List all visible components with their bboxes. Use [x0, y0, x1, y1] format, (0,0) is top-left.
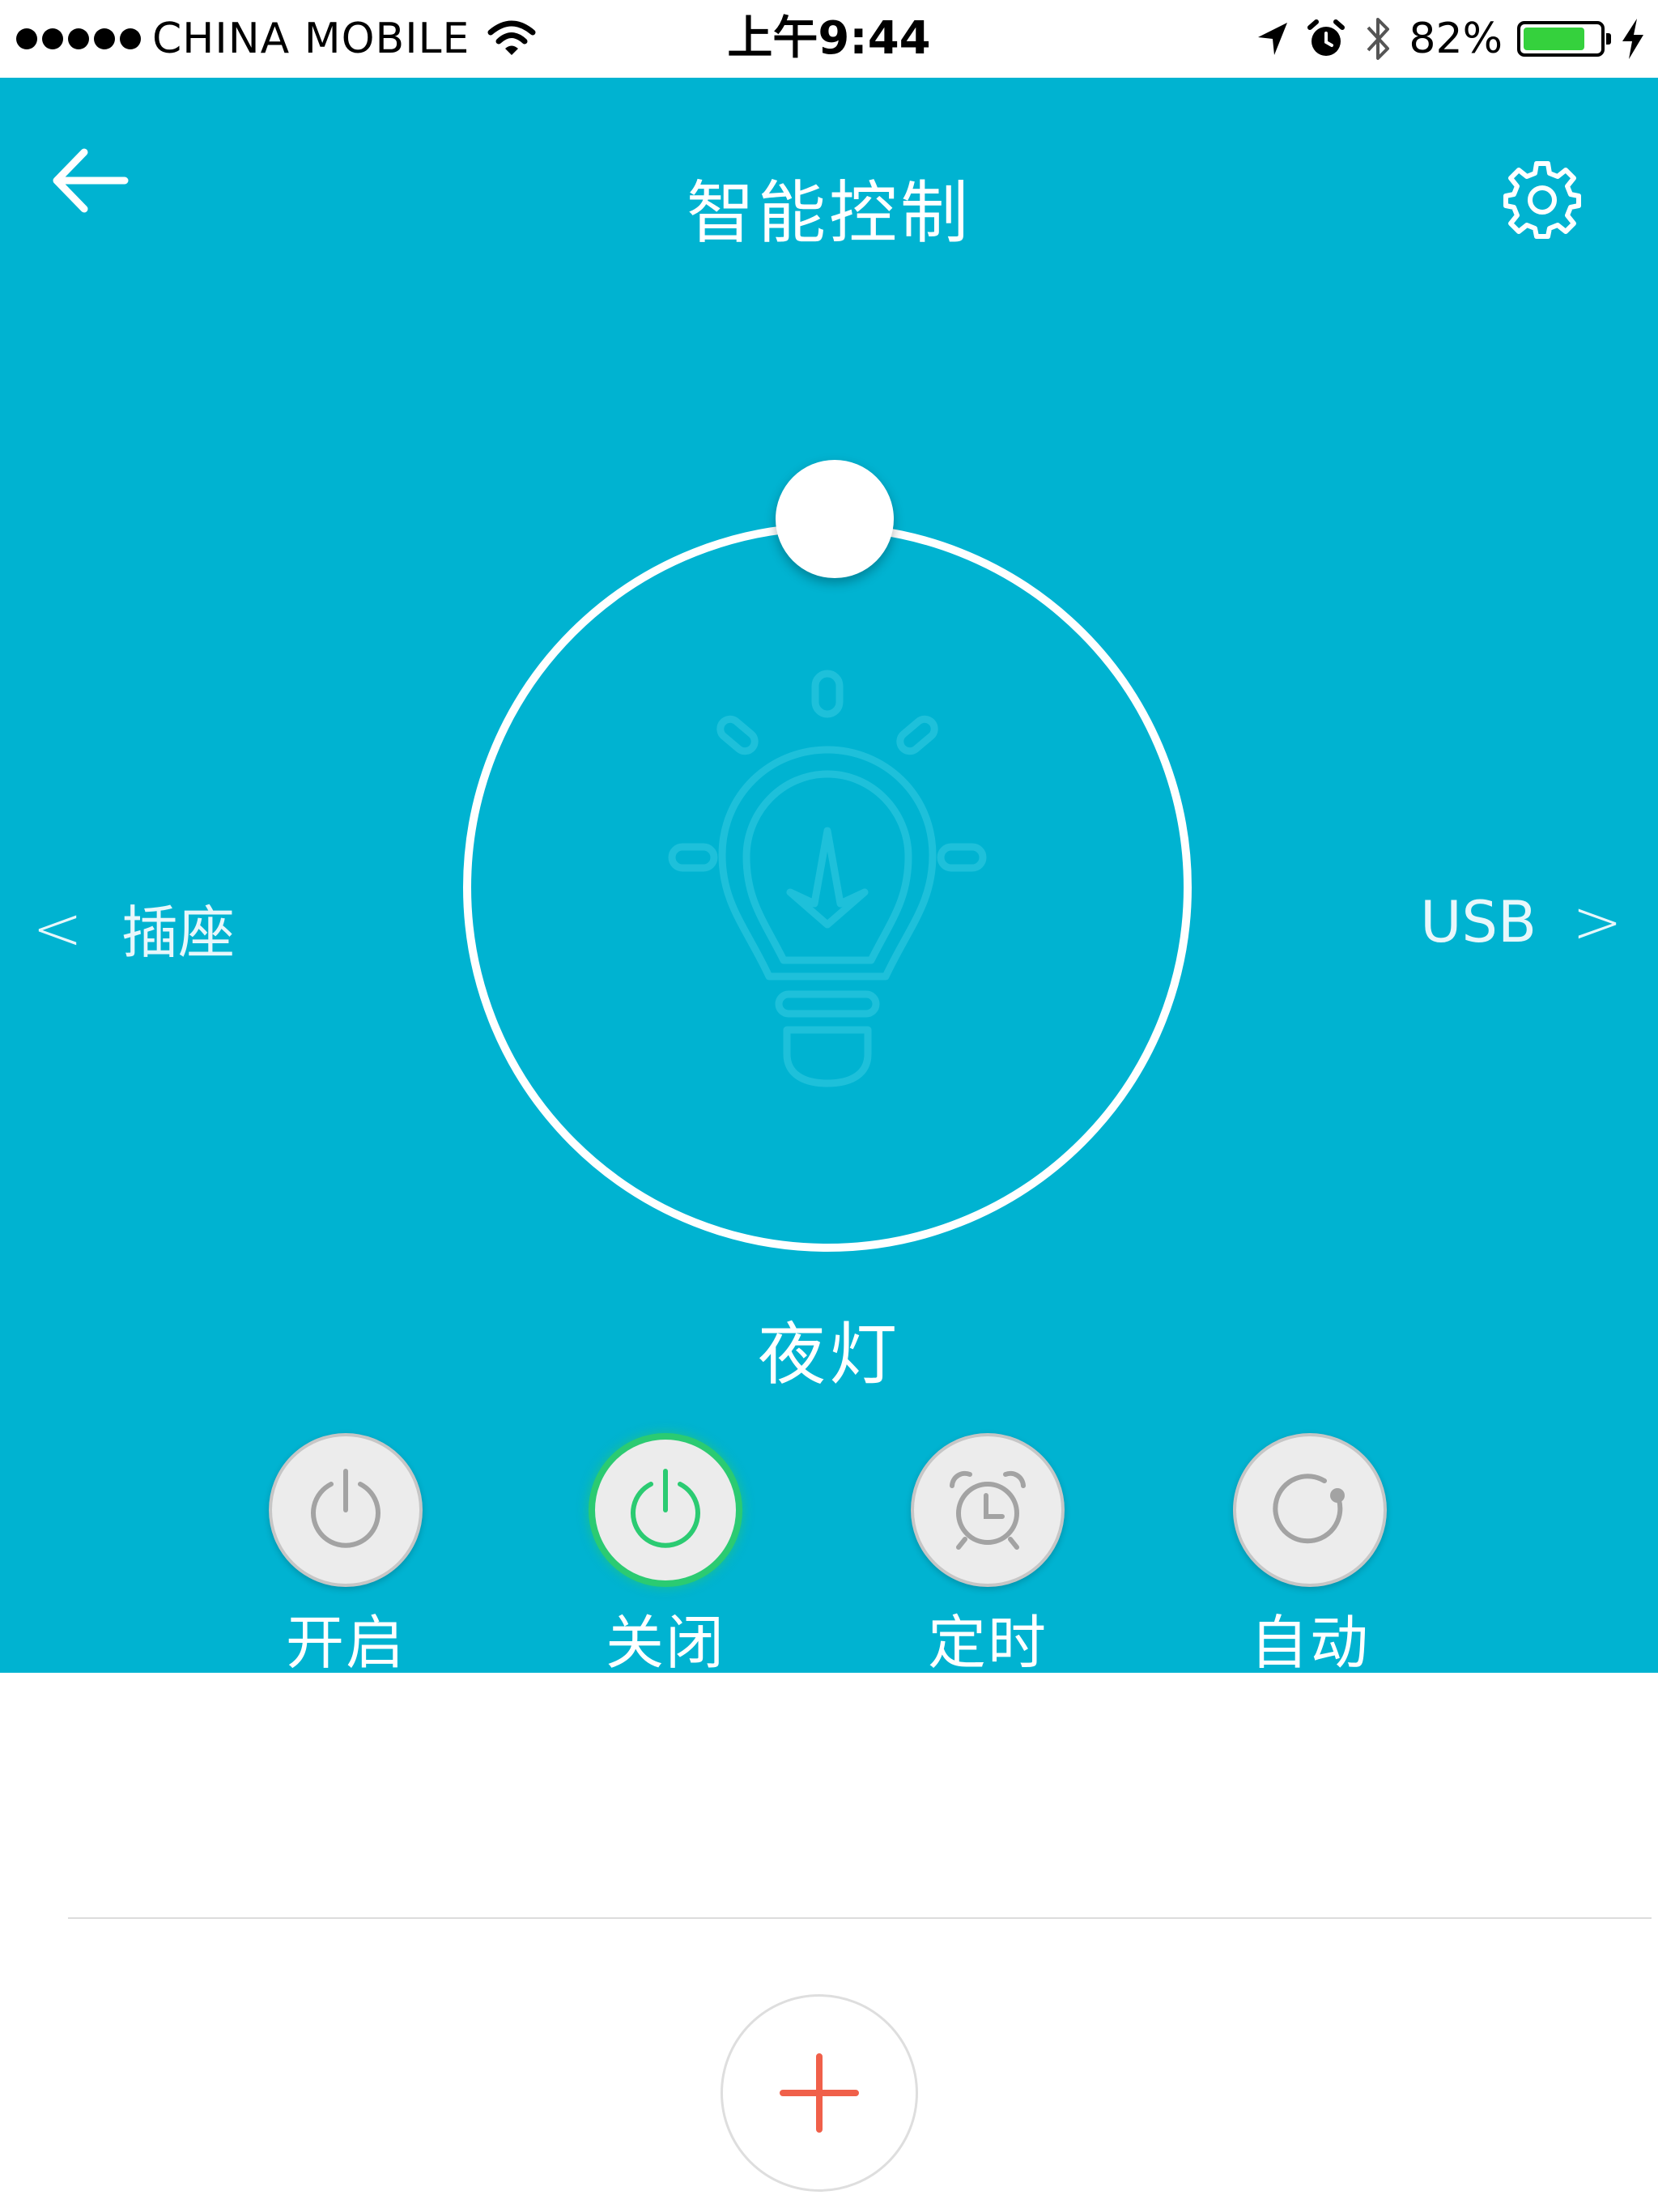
power-icon — [311, 1469, 380, 1548]
battery-icon — [1517, 21, 1611, 57]
plus-icon — [780, 2053, 859, 2133]
gear-icon — [1503, 161, 1581, 239]
dial-knob[interactable] — [776, 460, 894, 578]
battery-level-fill — [1524, 28, 1585, 50]
auto-cycle-icon — [1273, 1474, 1345, 1544]
status-right: 82% — [1255, 11, 1647, 66]
location-arrow-icon — [1258, 23, 1288, 55]
chevron-right-icon: > — [1571, 887, 1622, 957]
prev-device-button[interactable]: < 插座 — [32, 887, 235, 969]
dimmer-dial[interactable] — [463, 460, 1192, 1252]
action-label: 开启 — [285, 1609, 406, 1677]
action-timer[interactable]: 定时 — [891, 1433, 1085, 1680]
action-label: 关闭 — [605, 1609, 725, 1677]
status-bar: CHINA MOBILE 上午9:44 82% — [0, 0, 1658, 78]
settings-button[interactable] — [1498, 155, 1587, 245]
next-device-button[interactable]: USB > — [1420, 887, 1622, 957]
action-on[interactable]: 开启 — [249, 1433, 443, 1680]
auto-button[interactable] — [1233, 1433, 1387, 1587]
light-bulb-icon — [668, 670, 987, 1087]
mode-name: 夜灯 — [757, 1315, 900, 1394]
page-title: 智能控制 — [686, 173, 971, 253]
next-device-label: USB — [1420, 889, 1537, 955]
action-row: 开启 关闭 定时 自动 — [0, 1433, 1658, 1677]
power-off-button[interactable] — [589, 1433, 742, 1587]
timer-button[interactable] — [911, 1433, 1065, 1587]
chevron-left-icon: < — [32, 893, 83, 963]
prev-device-label: 插座 — [121, 900, 236, 966]
charging-bolt-icon — [1622, 19, 1643, 59]
add-button[interactable] — [721, 1994, 918, 2192]
battery-percent: 82% — [1409, 15, 1503, 63]
action-off[interactable]: 关闭 — [568, 1433, 763, 1680]
action-label: 自动 — [1249, 1609, 1370, 1677]
power-icon — [631, 1469, 700, 1548]
bluetooth-icon — [1367, 18, 1390, 60]
action-label: 定时 — [927, 1609, 1048, 1677]
control-panel: 智能控制 < 插座 USB > 夜灯 开启 关闭 定时 自动 — [0, 78, 1658, 1677]
action-auto[interactable]: 自动 — [1213, 1433, 1407, 1680]
alarm-icon — [1307, 19, 1346, 56]
divider — [68, 1917, 1652, 1919]
power-on-button[interactable] — [269, 1433, 423, 1587]
alarm-clock-icon — [950, 1470, 1026, 1550]
